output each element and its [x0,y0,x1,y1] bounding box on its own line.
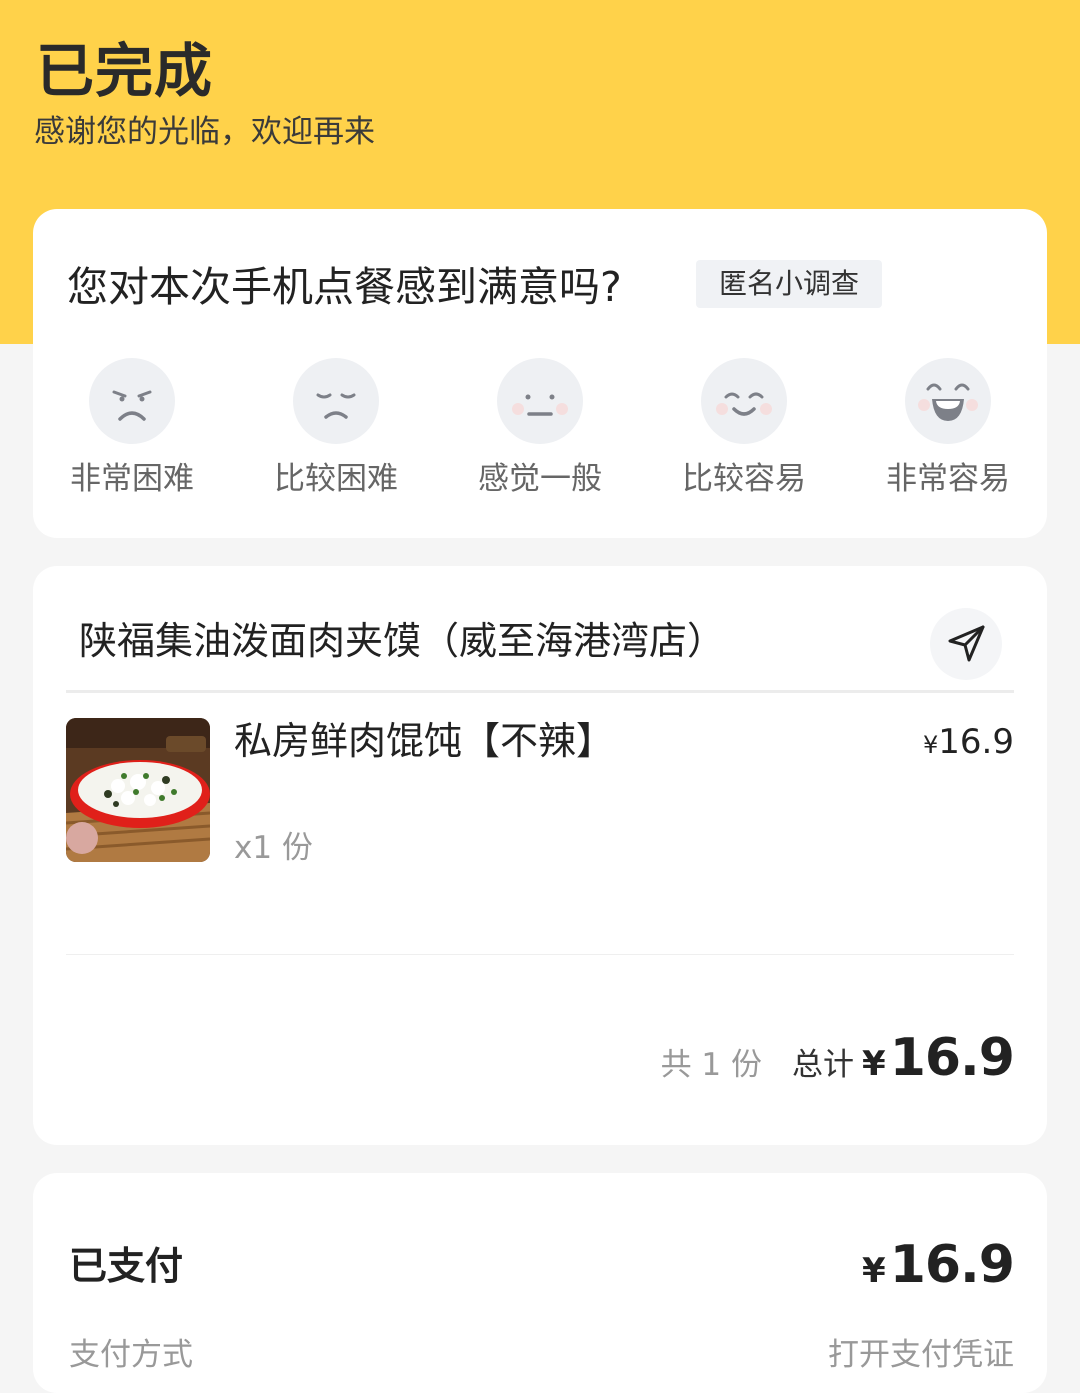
item-name: 私房鲜肉馄饨【不辣】 [234,719,615,763]
paid-amount: ¥ 16.9 [862,1235,1015,1295]
rating-label: 比较容易 [682,461,806,497]
divider [66,690,1014,693]
easy-face-icon [701,358,787,444]
total-label: 总计 [792,1047,855,1083]
rating-neutral[interactable]: 感觉一般 [465,357,615,507]
order-details-card: 陕福集油泼面肉夹馍（威至海港湾店） 私房鲜肉馄饨【不辣】 ¥16.9 x1 份 … [33,566,1047,1145]
item-price: ¥16.9 [923,720,1014,767]
shop-name[interactable]: 陕福集油泼面肉夹馍（威至海港湾店） [79,616,725,666]
navigation-button[interactable] [930,608,1002,680]
hard-face-icon [293,358,379,444]
rating-label: 比较困难 [274,461,398,497]
rating-very-hard[interactable]: 非常困难 [57,357,207,507]
rating-label: 非常困难 [70,461,194,497]
very-easy-face-icon [905,358,991,444]
neutral-face-icon [497,358,583,444]
rating-hard[interactable]: 比较困难 [261,357,411,507]
satisfaction-survey-card: 您对本次手机点餐感到满意吗? 匿名小调查 非常困难 比较困难 感觉一般 比较容易… [33,209,1047,538]
total-amount: 16.9 [889,1028,1015,1088]
paid-amount-value: 16.9 [889,1235,1015,1295]
payment-status: 已支付 [69,1244,184,1288]
anonymous-survey-tag: 匿名小调查 [696,260,882,308]
order-status-title: 已完成 [36,37,214,105]
order-status-subtitle: 感谢您的光临，欢迎再来 [34,114,375,150]
payment-method-label: 支付方式 [69,1337,193,1373]
wonton-soup-image [66,718,210,862]
survey-question: 您对本次手机点餐感到满意吗? [67,263,622,311]
payment-card: 已支付 ¥ 16.9 支付方式 打开支付凭证 [33,1173,1047,1393]
item-count: 共 1 份 [660,1047,763,1083]
divider [66,954,1014,955]
rating-easy[interactable]: 比较容易 [669,357,819,507]
currency-symbol: ¥ [923,731,939,759]
rating-very-easy[interactable]: 非常容易 [873,357,1023,507]
currency-symbol: ¥ [862,1251,886,1291]
item-price-value: 16.9 [938,722,1014,762]
rating-label: 感觉一般 [478,461,602,497]
item-quantity: x1 份 [234,830,313,866]
order-summary: 共 1 份 总计 ¥ 16.9 [660,1028,1015,1090]
very-hard-face-icon [89,358,175,444]
payment-voucher-link[interactable]: 打开支付凭证 [828,1335,1014,1375]
currency-symbol: ¥ [862,1044,886,1084]
rating-label: 非常容易 [886,461,1010,497]
navigation-arrow-icon [948,625,985,662]
